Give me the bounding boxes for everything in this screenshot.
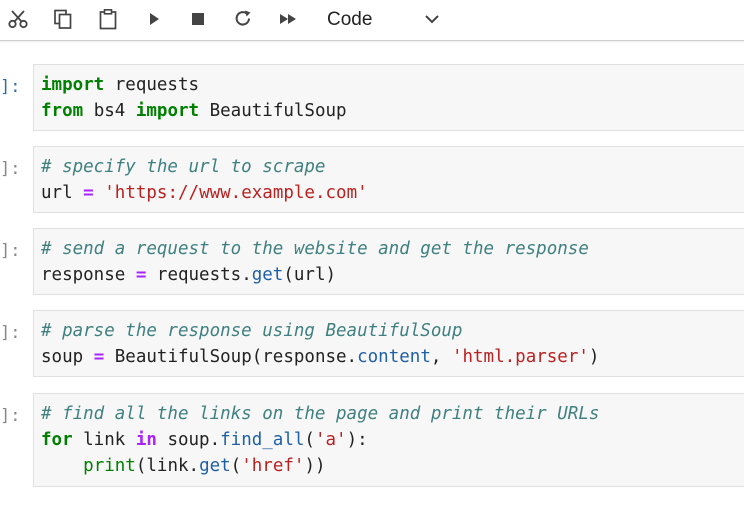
code-line: from bs4 import BeautifulSoup bbox=[41, 98, 744, 124]
cell-prompt: ]: bbox=[0, 159, 21, 179]
code-token: # send a request to the website and get … bbox=[41, 239, 589, 259]
cell-input[interactable]: # find all the links on the page and pri… bbox=[33, 393, 744, 487]
code-token: 'a' bbox=[314, 430, 347, 450]
code-line: url = 'https://www.example.com' bbox=[41, 180, 744, 206]
code-line: import requests bbox=[41, 72, 744, 98]
code-token: # find all the links on the page and pri… bbox=[41, 404, 600, 424]
code-token: get bbox=[251, 265, 284, 285]
code-token: BeautifulSoup(response. bbox=[104, 347, 358, 367]
code-token: in bbox=[135, 430, 157, 450]
cell-type-label: Code bbox=[327, 9, 373, 30]
code-token: requests bbox=[104, 75, 200, 95]
code-token: get bbox=[199, 456, 231, 476]
code-token: 'https://www.example.com' bbox=[104, 183, 368, 203]
code-line: # send a request to the website and get … bbox=[41, 236, 744, 262]
notebook-toolbar: Code bbox=[0, 0, 744, 41]
cell-input[interactable]: import requests from bs4 import Beautiful… bbox=[33, 64, 744, 131]
code-token: link bbox=[72, 430, 136, 450]
code-token: ): bbox=[346, 430, 368, 450]
cell-type-select[interactable]: Code bbox=[318, 4, 448, 34]
interrupt-button[interactable] bbox=[184, 6, 212, 32]
code-line: print(link.get('href')) bbox=[41, 453, 744, 479]
cell-prompt: ]: bbox=[0, 77, 21, 97]
code-token: BeautifulSoup bbox=[199, 101, 347, 121]
code-token: url bbox=[41, 183, 84, 203]
stop-icon bbox=[192, 13, 204, 25]
code-line: # find all the links on the page and pri… bbox=[41, 401, 744, 427]
refresh-icon bbox=[235, 10, 251, 26]
code-line: soup = BeautifulSoup(response.content, '… bbox=[41, 344, 744, 370]
code-token: ( bbox=[230, 456, 242, 476]
code-token: soup. bbox=[156, 430, 221, 450]
cell-prompt: ]: bbox=[0, 406, 21, 426]
code-token: = bbox=[93, 347, 105, 367]
code-token: (link. bbox=[135, 456, 200, 476]
code-line: for link in soup.find_all('a'): bbox=[41, 427, 744, 453]
code-token: requests. bbox=[146, 265, 252, 285]
code-token: bs4 bbox=[83, 101, 136, 121]
cell-prompt: ]: bbox=[0, 241, 21, 261]
code-token: )) bbox=[304, 456, 326, 476]
code-cell[interactable]: ]: import requests from bs4 import Beautif… bbox=[0, 64, 744, 131]
paste-button[interactable] bbox=[94, 6, 122, 32]
code-token: (url) bbox=[283, 265, 337, 285]
restart-run-all-button[interactable] bbox=[274, 6, 302, 32]
clipboard-icon bbox=[99, 8, 117, 30]
code-token: soup bbox=[41, 347, 94, 367]
code-token: = bbox=[83, 183, 94, 203]
code-token: # parse the response using BeautifulSoup bbox=[41, 321, 463, 341]
code-token: ( bbox=[304, 430, 315, 450]
code-token: ) bbox=[588, 347, 600, 367]
code-token: print bbox=[83, 456, 136, 476]
copy-button[interactable] bbox=[49, 6, 77, 32]
cell-input[interactable]: # send a request to the website and get … bbox=[33, 228, 744, 295]
cell-input[interactable]: # specify the url to scrape url = 'https:… bbox=[33, 146, 744, 213]
code-token: = bbox=[135, 265, 147, 285]
code-cell[interactable]: ]: # send a request to the website and ge… bbox=[0, 228, 744, 295]
code-line: # specify the url to scrape bbox=[41, 154, 744, 180]
code-token: 'href' bbox=[241, 456, 305, 476]
code-token: content bbox=[357, 347, 431, 367]
code-line: # parse the response using BeautifulSoup bbox=[41, 318, 744, 344]
run-button[interactable] bbox=[140, 6, 168, 32]
cell-input[interactable]: # parse the response using BeautifulSoup… bbox=[33, 310, 744, 377]
code-token: 'html.parser' bbox=[451, 347, 589, 367]
restart-button[interactable] bbox=[229, 6, 257, 32]
fast-forward-icon bbox=[280, 14, 296, 24]
code-token: response bbox=[41, 265, 136, 285]
code-token: , bbox=[430, 347, 452, 367]
code-token: import bbox=[41, 75, 105, 95]
play-icon bbox=[150, 13, 159, 25]
cell-prompt: ]: bbox=[0, 323, 21, 343]
code-cell[interactable]: ]: # parse the response using BeautifulSo… bbox=[0, 310, 744, 377]
chevron-down-icon bbox=[425, 15, 439, 24]
code-cell[interactable]: ]: # find all the links on the page and p… bbox=[0, 393, 744, 487]
code-line: response = requests.get(url) bbox=[41, 262, 744, 288]
code-token: import bbox=[135, 101, 200, 121]
code-token: for bbox=[41, 430, 73, 450]
copy-icon bbox=[54, 9, 72, 29]
cut-button[interactable] bbox=[4, 6, 32, 32]
code-token: from bbox=[41, 101, 84, 121]
code-token: # specify the url to scrape bbox=[41, 157, 326, 177]
code-cell[interactable]: ]: # specify the url to scrape url = 'http… bbox=[0, 146, 744, 213]
code-token: find_all bbox=[220, 430, 305, 450]
scissors-icon bbox=[8, 10, 28, 29]
